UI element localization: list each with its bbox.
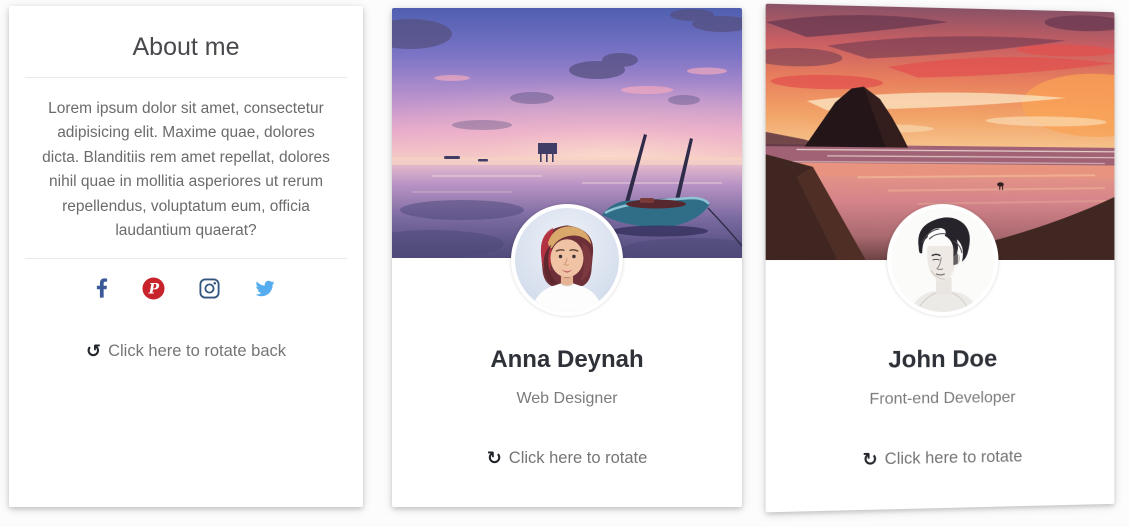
- profile-card-anna: Anna Deynah Web Designer ↻ Click here to…: [392, 8, 742, 507]
- divider: [25, 77, 347, 78]
- facebook-icon[interactable]: [96, 278, 108, 299]
- rotate-icon: ↻: [862, 448, 878, 471]
- about-card-text: Lorem ipsum dolor sit amet, consectetur …: [42, 100, 330, 240]
- about-card: About me Lorem ipsum dolor sit amet, con…: [9, 6, 363, 507]
- avatar-anna: [511, 204, 623, 316]
- profile-name: John Doe: [888, 345, 998, 374]
- svg-text:P: P: [148, 281, 160, 297]
- avatar-john: [886, 203, 999, 317]
- divider: [25, 258, 347, 260]
- rotate-back-icon: ↺: [85, 340, 102, 362]
- profile-name: Anna Deynah: [490, 346, 644, 373]
- page: About me Lorem ipsum dolor sit amet, con…: [0, 0, 1129, 527]
- pinterest-icon[interactable]: P: [142, 277, 165, 300]
- rotate-link-anna[interactable]: ↻ Click here to rotate: [392, 449, 742, 468]
- rotate-icon: ↻: [486, 447, 502, 469]
- rotate-label: Click here to rotate: [884, 447, 1023, 469]
- profile-card-john: John Doe Front-end Developer ↻ Click her…: [765, 3, 1115, 513]
- rotate-back-label: Click here to rotate back: [108, 342, 286, 361]
- instagram-icon[interactable]: [199, 278, 220, 299]
- rotate-link-john[interactable]: ↻ Click here to rotate: [766, 446, 1115, 472]
- social-links-row: P: [9, 276, 363, 300]
- profile-occupation: Front-end Developer: [869, 389, 1016, 409]
- profile-occupation: Web Designer: [516, 390, 618, 407]
- rotate-label: Click here to rotate: [508, 449, 648, 467]
- about-card-title: About me: [132, 33, 240, 61]
- rotate-back-link[interactable]: ↺ Click here to rotate back: [9, 342, 363, 361]
- twitter-icon[interactable]: [254, 279, 276, 298]
